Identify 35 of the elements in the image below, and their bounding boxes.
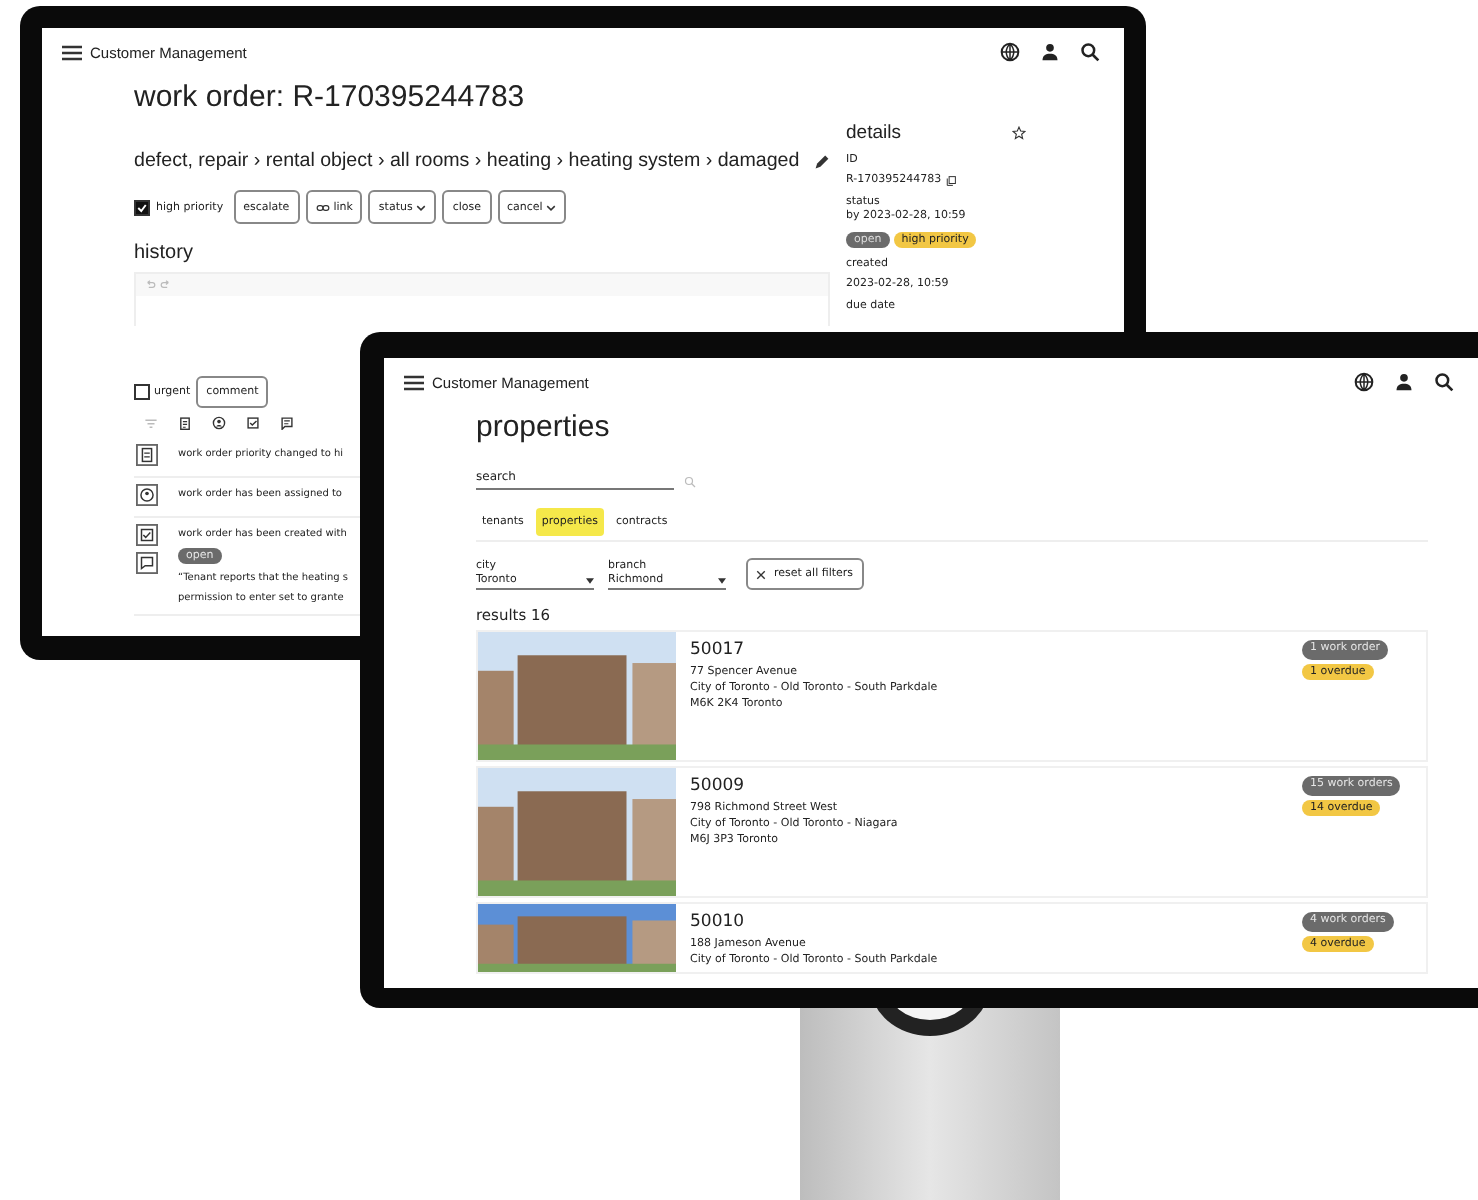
edit-icon[interactable]	[813, 153, 830, 169]
menu-icon[interactable]	[62, 43, 82, 61]
details-heading: details	[846, 122, 901, 144]
star-icon[interactable]	[1012, 126, 1026, 140]
globe-icon[interactable]	[1354, 372, 1374, 392]
search-icon[interactable]	[1434, 372, 1454, 392]
caret-icon	[546, 203, 557, 211]
copy-icon[interactable]	[945, 175, 956, 185]
menu-icon[interactable]	[404, 373, 424, 391]
comment-icon[interactable]	[280, 416, 294, 430]
caret-icon	[416, 203, 427, 211]
clipboard-icon	[136, 444, 158, 466]
property-number: 50017	[690, 640, 747, 660]
user-icon[interactable]	[1040, 42, 1060, 62]
caret-icon	[586, 577, 594, 583]
comment-icon	[136, 552, 158, 574]
globe-icon[interactable]	[1000, 42, 1020, 62]
category-breadcrumb: defect, repair › rental object › all rooms › heating › heating system › damaged	[134, 150, 800, 172]
property-number: 50009	[690, 776, 747, 796]
property-number: 50010	[690, 912, 747, 932]
caret-icon	[718, 577, 726, 583]
checkbox-icon[interactable]	[246, 416, 260, 430]
urgent-checkbox[interactable]	[134, 384, 150, 400]
high-priority-checkbox[interactable]	[134, 199, 150, 215]
user-icon[interactable]	[1394, 372, 1414, 392]
person-pin-icon[interactable]	[212, 416, 226, 430]
checkbox-icon	[136, 524, 158, 546]
page-title: work order: R-170395244783	[134, 80, 527, 114]
page-title: properties	[476, 410, 612, 444]
search-icon[interactable]	[1080, 42, 1100, 62]
close-icon	[756, 569, 766, 579]
clipboard-icon[interactable]	[178, 416, 192, 430]
link-icon	[315, 203, 330, 211]
section-heading: history	[134, 242, 195, 264]
person-pin-icon	[136, 484, 158, 506]
